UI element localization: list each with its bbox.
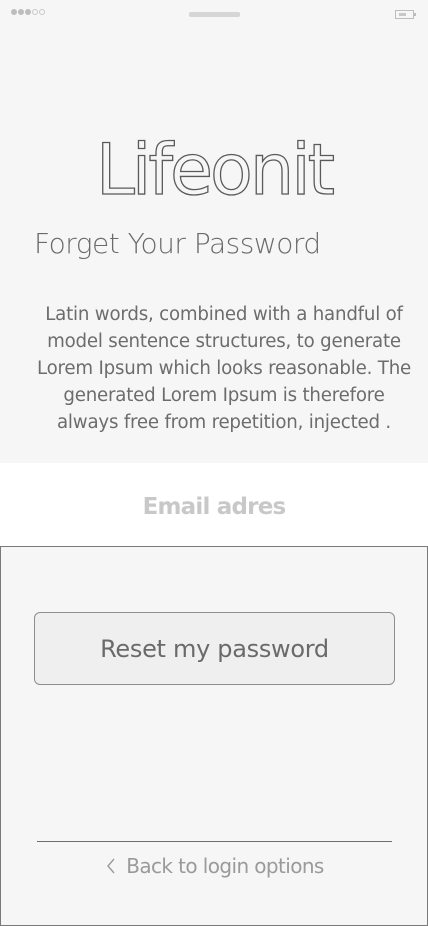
email-field[interactable]	[0, 489, 428, 525]
back-to-login-link[interactable]: Back to login options	[1, 851, 428, 881]
action-panel: Reset my password Back to login options	[0, 546, 428, 926]
notch-indicator	[189, 12, 240, 17]
signal-dots-icon	[11, 9, 45, 15]
battery-icon	[395, 10, 416, 19]
page-title: Forget Your Password	[34, 227, 321, 260]
back-link-label: Back to login options	[126, 854, 324, 878]
status-bar	[0, 0, 428, 30]
app-logo: Lifeonit	[95, 128, 336, 211]
description-text: Latin words, combined with a handful of …	[36, 304, 412, 433]
chevron-left-icon	[107, 858, 115, 874]
email-section	[0, 463, 428, 546]
divider	[37, 841, 392, 842]
reset-password-button[interactable]: Reset my password	[34, 612, 395, 685]
